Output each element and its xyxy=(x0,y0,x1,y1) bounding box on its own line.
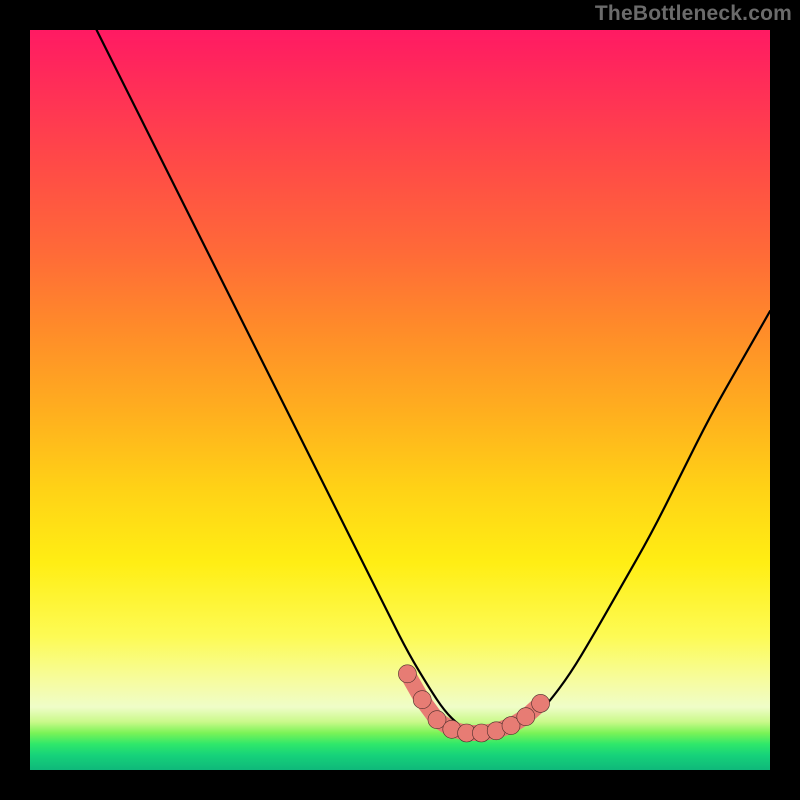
highlight-point xyxy=(413,691,431,709)
highlight-point xyxy=(398,665,416,683)
plot-area xyxy=(30,30,770,770)
watermark-text: TheBottleneck.com xyxy=(595,2,792,26)
bottleneck-curve xyxy=(97,30,770,733)
highlight-point xyxy=(532,694,550,712)
chart-frame: TheBottleneck.com xyxy=(0,0,800,800)
curve-layer xyxy=(30,30,770,770)
highlight-point xyxy=(517,708,535,726)
